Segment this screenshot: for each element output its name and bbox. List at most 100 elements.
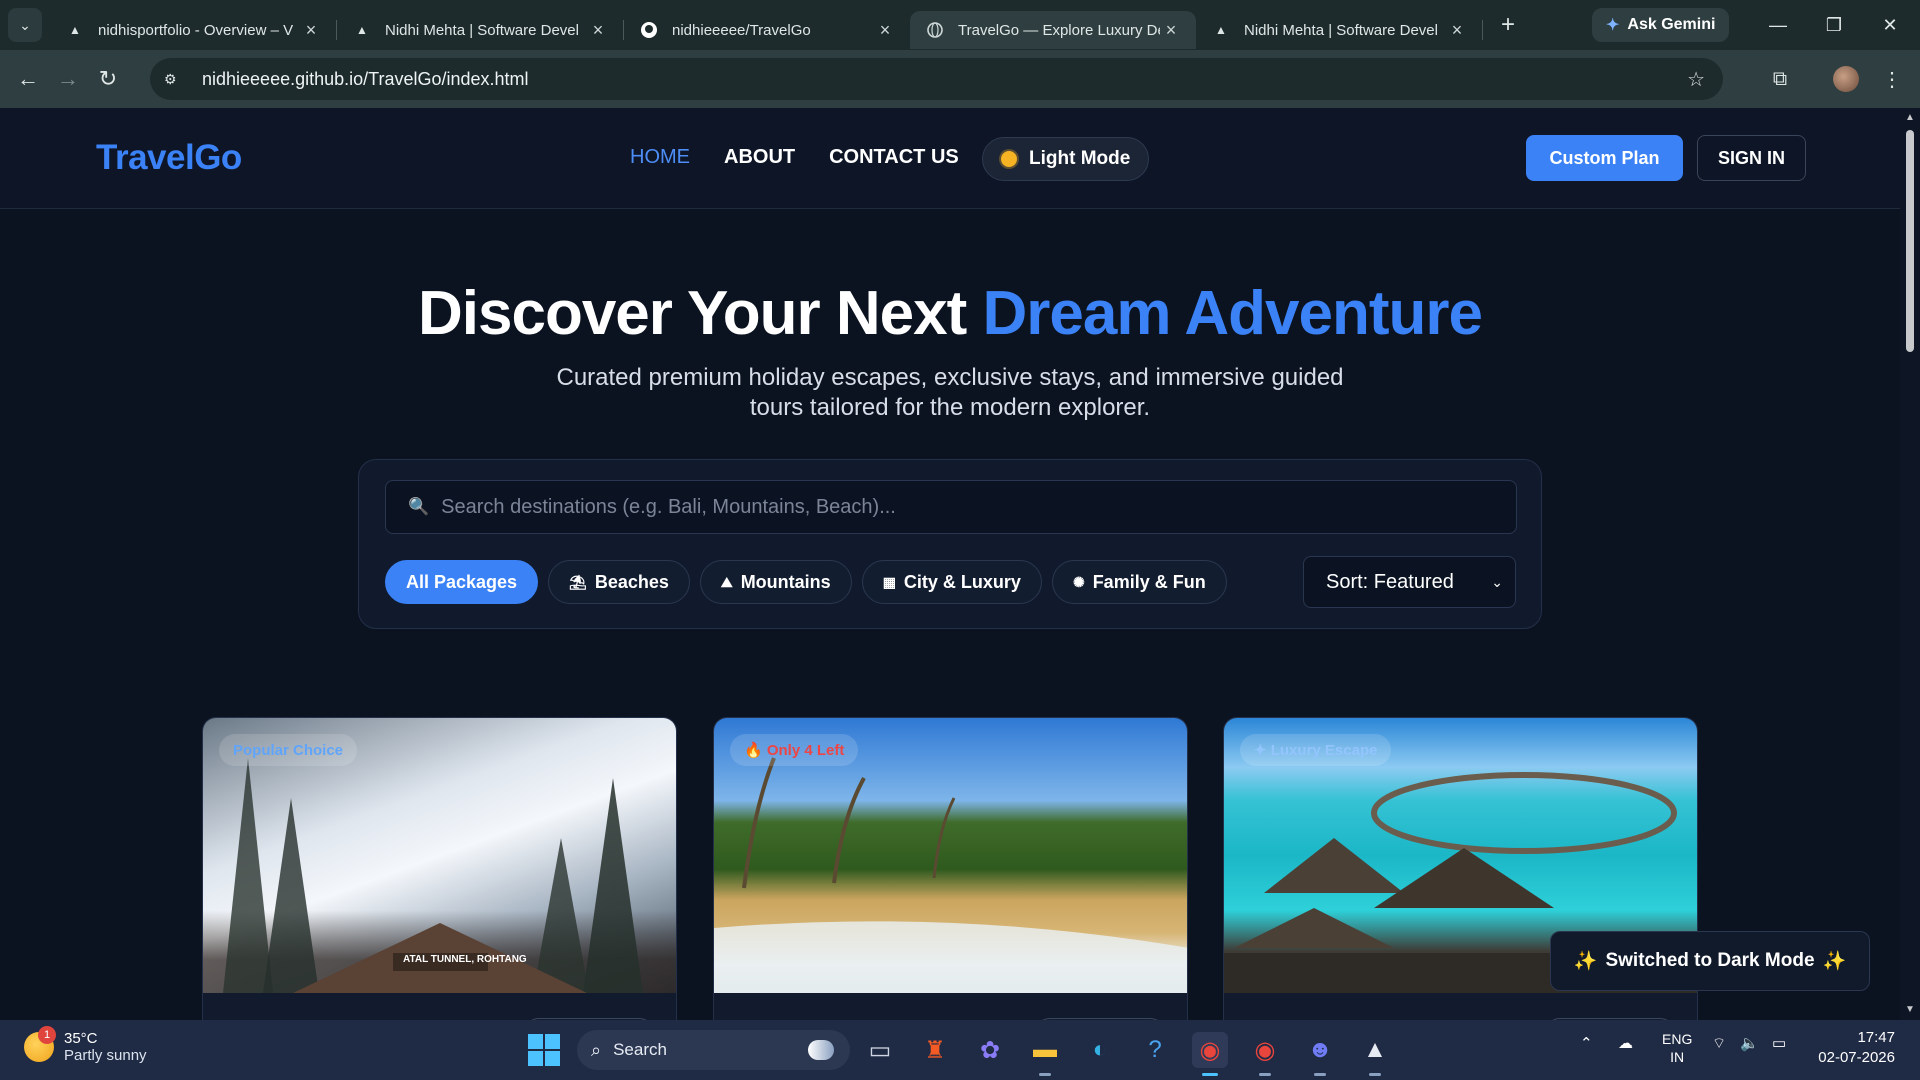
browser-tab[interactable]: nidhieeeee/TravelGo ×: [624, 11, 910, 49]
copilot-icon[interactable]: ✿: [972, 1032, 1008, 1068]
close-icon[interactable]: ×: [874, 20, 896, 41]
edge-browser-icon[interactable]: ◐: [1082, 1032, 1118, 1068]
avatar: [1833, 66, 1859, 92]
filter-all-packages[interactable]: All Packages: [385, 560, 539, 604]
hero-title-accent: Dream Adventure: [982, 279, 1483, 348]
weather-condition: Partly sunny: [64, 1047, 147, 1064]
weather-notification-badge: 1: [38, 1026, 56, 1044]
site-logo[interactable]: TravelGo: [96, 138, 242, 178]
package-card[interactable]: ATAL TUNNEL, ROHTANG Popular Choice: [202, 717, 677, 1020]
beach-umbrella-icon: ⛱: [569, 573, 587, 590]
task-view-icon[interactable]: ▭: [862, 1032, 898, 1068]
more-vertical-icon: ⋮: [1882, 68, 1902, 91]
windows-start-button[interactable]: [528, 1034, 560, 1066]
browser-tab-active[interactable]: TravelGo — Explore Luxury De ×: [910, 11, 1196, 49]
back-button[interactable]: ←: [8, 59, 48, 99]
tab-separator: [1482, 20, 1483, 40]
nav-contact[interactable]: CONTACT US: [829, 146, 959, 169]
theme-toggle-label: Light Mode: [1029, 148, 1131, 169]
scroll-down-icon[interactable]: ▼: [1905, 1004, 1915, 1015]
chrome-profile-icon[interactable]: ◉: [1247, 1032, 1283, 1076]
search-input[interactable]: [441, 495, 1442, 519]
onedrive-cloud-icon[interactable]: ☁: [1618, 1034, 1633, 1052]
tab-title: nidhisportfolio - Overview – V: [98, 21, 294, 39]
windows-taskbar: 1 35°C Partly sunny ⌕ Search ▭ ♜ ✿ ▬ ◐ ?…: [0, 1020, 1920, 1080]
discord-icon[interactable]: ☻: [1302, 1032, 1338, 1076]
sparkle-icon: ✨: [1822, 951, 1847, 972]
filter-mountains[interactable]: ⛰ Mountains: [699, 560, 852, 604]
close-icon[interactable]: ×: [587, 20, 609, 41]
forward-button[interactable]: →: [48, 59, 88, 99]
weather-widget[interactable]: 1 35°C Partly sunny: [24, 1026, 147, 1064]
search-box[interactable]: 🔍: [385, 480, 1517, 534]
card-badge: 🔥 Only 4 Left: [730, 734, 859, 766]
reload-button[interactable]: ↻: [88, 59, 128, 99]
tab-search-button[interactable]: ⌄: [8, 8, 42, 42]
hero-title-main: Discover Your Next: [417, 279, 983, 348]
browser-tab[interactable]: ▲ Nidhi Mehta | Software Devel ×: [337, 11, 623, 49]
close-icon[interactable]: ×: [1160, 20, 1182, 41]
running-indicator: [1039, 1073, 1051, 1076]
filter-label: Beaches: [594, 571, 669, 592]
vercel-app-icon[interactable]: ▲: [1357, 1032, 1393, 1076]
vercel-icon: ▲: [356, 23, 368, 37]
search-icon: 🔍: [408, 497, 430, 516]
tunnel-sign-text: ATAL TUNNEL, ROHTANG: [403, 954, 527, 965]
system-clock[interactable]: 17:47 02-07-2026: [1815, 1028, 1895, 1068]
package-card[interactable]: 🔥 Only 4 Left: [713, 717, 1188, 1020]
scroll-up-icon[interactable]: ▲: [1905, 112, 1915, 123]
close-icon[interactable]: ×: [300, 20, 322, 41]
chrome-browser-icon[interactable]: ◉: [1192, 1032, 1228, 1076]
vercel-icon: ▲: [69, 23, 81, 37]
gemini-sparkle-icon: ✦: [1606, 17, 1620, 34]
browser-menu-button[interactable]: ⋮: [1872, 59, 1912, 99]
hero-subtitle-line2: tours tailored for the modern explorer.: [749, 394, 1151, 421]
globe-icon: [926, 21, 944, 39]
language-indicator[interactable]: ENG IN: [1662, 1030, 1692, 1066]
filter-beaches[interactable]: ⛱ Beaches: [548, 560, 690, 604]
filter-label: Mountains: [740, 571, 831, 592]
tab-title: nidhieeeee/TravelGo: [672, 21, 811, 39]
card-badge: ✦ Luxury Escape: [1240, 734, 1392, 766]
profile-button[interactable]: [1826, 59, 1866, 99]
filter-label: Family & Fun: [1092, 571, 1206, 592]
brave-browser-icon[interactable]: ♜: [917, 1032, 953, 1068]
new-tab-button[interactable]: +: [1493, 11, 1523, 39]
close-icon[interactable]: ×: [1446, 20, 1468, 41]
sort-select[interactable]: Sort: Featured ⌄: [1303, 556, 1516, 608]
taskbar-search[interactable]: ⌕ Search: [577, 1030, 850, 1070]
nav-about[interactable]: ABOUT: [724, 146, 795, 169]
nav-home[interactable]: HOME: [630, 146, 690, 169]
scrollbar-thumb[interactable]: [1906, 130, 1914, 352]
filter-city-luxury[interactable]: ▦ City & Luxury: [861, 560, 1042, 604]
search-panel: 🔍 All Packages ⛱ Beaches ⛰ Mountains ▦ C…: [358, 459, 1542, 629]
help-icon[interactable]: ?: [1137, 1032, 1173, 1068]
battery-icon[interactable]: ▭: [1772, 1034, 1786, 1052]
window-close-button[interactable]: ✕: [1862, 0, 1918, 50]
hero-subtitle: Curated premium holiday escapes, exclusi…: [530, 363, 1370, 423]
address-bar[interactable]: ⚙ nidhieeeee.github.io/TravelGo/index.ht…: [150, 58, 1723, 100]
category-filters: All Packages ⛱ Beaches ⛰ Mountains ▦ Cit…: [385, 560, 1227, 604]
browser-tab[interactable]: ▲ Nidhi Mehta | Software Devel ×: [1196, 11, 1482, 49]
windows-logo-tile: [545, 1051, 560, 1066]
browser-tab[interactable]: ▲ nidhisportfolio - Overview – V ×: [50, 11, 336, 49]
wifi-icon[interactable]: ⌔: [1712, 1034, 1726, 1053]
custom-plan-button[interactable]: Custom Plan: [1526, 135, 1683, 181]
site-info-icon[interactable]: ⚙: [164, 71, 192, 88]
running-indicator: [1369, 1073, 1381, 1076]
hero-subtitle-line1: Curated premium holiday escapes, exclusi…: [556, 364, 1344, 391]
theme-toggle-button[interactable]: Light Mode: [982, 137, 1150, 181]
sign-in-button[interactable]: SIGN IN: [1697, 135, 1806, 181]
bookmark-star-icon[interactable]: ☆: [1687, 67, 1705, 92]
extensions-button[interactable]: ⧉: [1760, 59, 1800, 99]
file-explorer-icon[interactable]: ▬: [1027, 1032, 1063, 1076]
tab-title: TravelGo — Explore Luxury De: [958, 21, 1160, 39]
chevron-up-icon[interactable]: ⌃: [1580, 1034, 1593, 1052]
volume-icon[interactable]: 🔈: [1740, 1034, 1759, 1052]
github-icon: [640, 21, 658, 39]
restore-button[interactable]: ❐: [1806, 0, 1862, 50]
filter-family-fun[interactable]: ✺ Family & Fun: [1051, 560, 1227, 604]
page-scrollbar[interactable]: ▲ ▼: [1900, 108, 1920, 1020]
ask-gemini-button[interactable]: ✦ Ask Gemini: [1592, 8, 1730, 42]
minimize-button[interactable]: —: [1750, 0, 1806, 50]
